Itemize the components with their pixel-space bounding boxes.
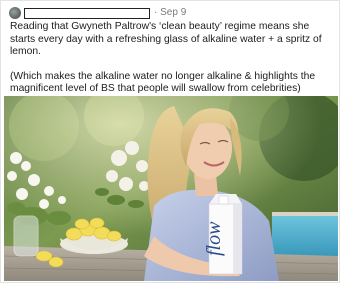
author-name-redacted[interactable] [24, 7, 150, 19]
meta-separator: · [154, 7, 158, 18]
post-paragraph-2: (Which makes the alkaline water no longe… [10, 70, 316, 95]
post-date[interactable]: Sep 9 [160, 7, 186, 18]
social-post: · Sep 9 Reading that Gwyneth Paltrow's ‘… [0, 0, 340, 283]
post-meta: · Sep 9 [154, 7, 186, 19]
post-photo[interactable]: flow [4, 96, 338, 281]
post-header: · Sep 9 [9, 6, 329, 20]
post-paragraph-1: Reading that Gwyneth Paltrow's ‘clean be… [10, 21, 322, 58]
svg-text:flow: flow [203, 221, 225, 256]
water-carton: flow [203, 194, 243, 275]
author-avatar[interactable] [9, 7, 21, 19]
post-body: Reading that Gwyneth Paltrow's ‘clean be… [10, 21, 335, 96]
